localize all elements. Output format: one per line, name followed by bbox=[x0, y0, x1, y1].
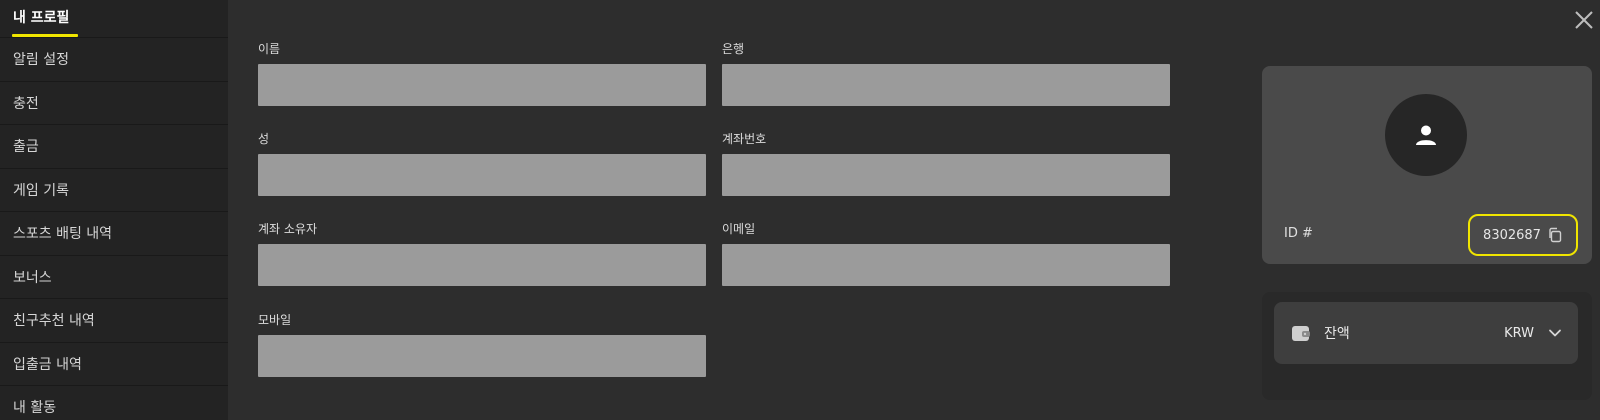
chevron-down-icon bbox=[1549, 329, 1561, 337]
email-field[interactable] bbox=[722, 244, 1170, 286]
email-label: 이메일 bbox=[722, 222, 756, 236]
close-icon bbox=[1575, 11, 1593, 29]
first-name-field[interactable] bbox=[258, 64, 706, 106]
bank-field-group: 은행 bbox=[722, 40, 1170, 106]
id-highlight: 8302687 bbox=[1468, 214, 1578, 256]
sidebar-item-label: 보너스 bbox=[13, 269, 52, 286]
profile-form: 이름 은행 성 계좌번호 계좌 소유자 이메일 모바일 bbox=[228, 0, 1258, 420]
sidebar-item-label: 알림 설정 bbox=[13, 52, 69, 69]
avatar bbox=[1385, 94, 1467, 176]
bank-field[interactable] bbox=[722, 64, 1170, 106]
sidebar-item-game-history[interactable]: 게임 기록 bbox=[0, 169, 228, 212]
last-name-field[interactable] bbox=[258, 154, 706, 196]
mobile-field[interactable] bbox=[258, 335, 706, 377]
active-tab-indicator bbox=[12, 34, 78, 37]
currency-value: KRW bbox=[1504, 325, 1534, 341]
last-name-label: 성 bbox=[258, 132, 270, 146]
id-value: 8302687 bbox=[1483, 227, 1541, 243]
account-number-label: 계좌번호 bbox=[722, 132, 767, 146]
sidebar-item-transaction-history[interactable]: 입출금 내역 bbox=[0, 343, 228, 386]
user-icon bbox=[1416, 125, 1436, 145]
balance-panel: 잔액 KRW bbox=[1262, 292, 1592, 400]
sidebar-item-label: 출금 bbox=[13, 139, 39, 156]
balance-dropdown[interactable]: 잔액 KRW bbox=[1274, 302, 1578, 364]
sidebar-item-bonus[interactable]: 보너스 bbox=[0, 256, 228, 299]
profile-card: ID # 8302687 bbox=[1262, 66, 1592, 264]
copy-icon[interactable] bbox=[1547, 227, 1563, 243]
last-name-field-group: 성 bbox=[258, 130, 706, 196]
email-field-group: 이메일 bbox=[722, 220, 1170, 286]
mobile-label: 모바일 bbox=[258, 313, 292, 327]
profile-page: 내 프로필 알림 설정 충전 출금 게임 기록 스포츠 배팅 내역 보너스 친구… bbox=[0, 0, 1600, 420]
bank-label: 은행 bbox=[722, 42, 745, 56]
sidebar-item-label: 게임 기록 bbox=[13, 182, 69, 199]
sidebar-item-label: 내 프로필 bbox=[13, 10, 70, 26]
sidebar-item-label: 내 활동 bbox=[13, 400, 57, 417]
sidebar-item-withdraw[interactable]: 출금 bbox=[0, 125, 228, 169]
account-holder-label: 계좌 소유자 bbox=[258, 222, 318, 236]
sidebar-item-label: 친구추천 내역 bbox=[13, 313, 95, 330]
sidebar-item-label: 입출금 내역 bbox=[13, 356, 82, 373]
sidebar-item-deposit[interactable]: 충전 bbox=[0, 82, 228, 125]
balance-label: 잔액 bbox=[1324, 326, 1350, 342]
sidebar-item-label: 충전 bbox=[13, 95, 39, 112]
wallet-icon bbox=[1292, 326, 1310, 341]
account-number-field-group: 계좌번호 bbox=[722, 130, 1170, 196]
sidebar-item-label: 스포츠 배팅 내역 bbox=[13, 226, 113, 243]
account-holder-field[interactable] bbox=[258, 244, 706, 286]
sidebar-item-notification-settings[interactable]: 알림 설정 bbox=[0, 38, 228, 82]
mobile-field-group: 모바일 bbox=[258, 311, 706, 377]
sidebar-item-sports-betting-history[interactable]: 스포츠 배팅 내역 bbox=[0, 212, 228, 256]
sidebar: 내 프로필 알림 설정 충전 출금 게임 기록 스포츠 배팅 내역 보너스 친구… bbox=[0, 0, 228, 420]
first-name-label: 이름 bbox=[258, 42, 281, 56]
sidebar-item-my-activity[interactable]: 내 활동 bbox=[0, 386, 228, 420]
close-button[interactable] bbox=[1572, 10, 1596, 34]
account-number-field[interactable] bbox=[722, 154, 1170, 196]
sidebar-item-my-profile[interactable]: 내 프로필 bbox=[0, 0, 228, 38]
account-holder-field-group: 계좌 소유자 bbox=[258, 220, 706, 286]
sidebar-item-referral-history[interactable]: 친구추천 내역 bbox=[0, 299, 228, 343]
first-name-field-group: 이름 bbox=[258, 40, 706, 106]
id-label: ID # bbox=[1284, 226, 1313, 241]
